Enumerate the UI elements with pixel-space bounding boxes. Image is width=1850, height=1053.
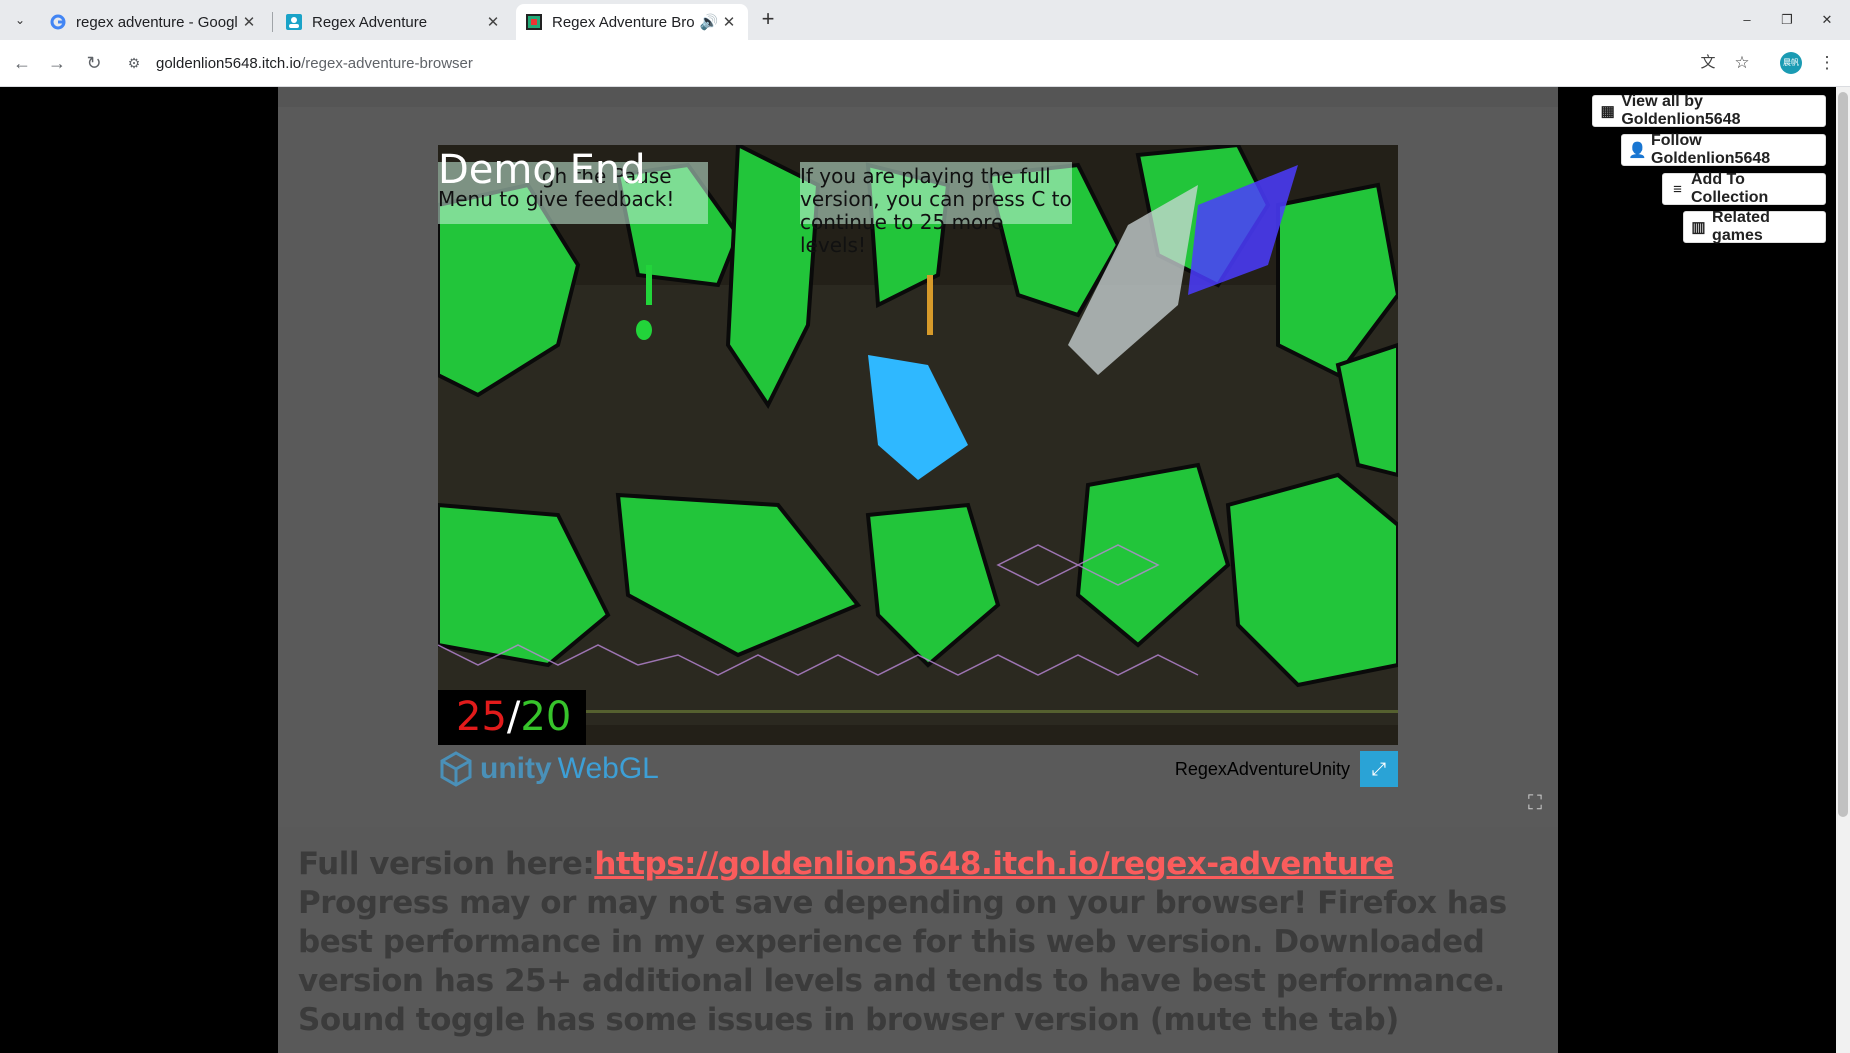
add-to-collection-button[interactable]: ≡ Add To Collection bbox=[1662, 171, 1826, 206]
game-canvas[interactable]: Demo Endgh the Pause Menu to give feedba… bbox=[438, 145, 1398, 745]
view-all-label: View all by Goldenlion5648 bbox=[1621, 93, 1741, 128]
address-bar[interactable]: goldenlion5648.itch.io/regex-adventure-b… bbox=[156, 48, 473, 78]
bookmark-star-icon[interactable]: ☆ bbox=[1730, 51, 1754, 75]
tab-search-button[interactable]: ⌄ bbox=[8, 8, 32, 32]
view-all-button[interactable]: ▦ View all by Goldenlion5648 bbox=[1592, 93, 1826, 128]
tab-title: Regex Adventure Bro bbox=[552, 13, 695, 31]
avatar[interactable]: 晨帆 bbox=[1780, 52, 1802, 74]
related-label: Related games bbox=[1712, 209, 1770, 244]
add-collection-label: Add To Collection bbox=[1690, 171, 1769, 206]
url-host: goldenlion5648.itch.io bbox=[156, 54, 302, 72]
unity-icon bbox=[440, 751, 472, 787]
forward-icon[interactable]: → bbox=[45, 51, 69, 75]
close-icon[interactable]: ✕ bbox=[720, 13, 738, 31]
game-icon bbox=[526, 14, 542, 30]
tab-strip: ⌄ regex adventure - Googl ✕ Regex Advent… bbox=[0, 0, 1850, 40]
itch-profile-icon bbox=[286, 14, 302, 30]
related-games-button[interactable]: ▥ Related games bbox=[1683, 209, 1826, 244]
close-window-icon[interactable]: ✕ bbox=[1815, 8, 1839, 32]
fullscreen-icon[interactable]: ⛶ bbox=[1522, 790, 1548, 816]
close-icon[interactable]: ✕ bbox=[240, 13, 258, 31]
tab-title: regex adventure - Googl bbox=[76, 13, 238, 31]
page-header-strip bbox=[278, 87, 1558, 107]
follow-label: Follow Goldenlion5648 bbox=[1651, 132, 1771, 167]
unity-webgl-logo: unity WebGL bbox=[438, 751, 659, 787]
store-icon: ▦ bbox=[1600, 103, 1615, 120]
playlist-add-icon: ≡ bbox=[1673, 180, 1682, 198]
follow-button[interactable]: 👤 Follow Goldenlion5648 bbox=[1621, 132, 1826, 167]
site-info-icon[interactable]: ⚙ bbox=[122, 51, 146, 75]
tab-regex-adventure-browser[interactable]: Regex Adventure Bro 🔊 ✕ bbox=[516, 4, 748, 40]
close-icon[interactable]: ✕ bbox=[484, 13, 502, 31]
restore-icon[interactable]: ❐ bbox=[1775, 8, 1799, 32]
speaker-icon[interactable]: 🔊 bbox=[698, 13, 720, 31]
fullscreen-button[interactable]: ⤢ bbox=[1360, 751, 1398, 787]
reload-icon[interactable]: ↻ bbox=[82, 51, 106, 75]
hud-continue-text: If you are playing the full version, you… bbox=[800, 164, 1072, 257]
level-separator: / bbox=[506, 694, 521, 740]
menu-icon[interactable]: ⋮ bbox=[1815, 51, 1839, 75]
tab-divider bbox=[272, 12, 273, 32]
game-description: Full version here:https://goldenlion5648… bbox=[278, 827, 1558, 1053]
full-version-link[interactable]: https://goldenlion5648.itch.io/regex-adv… bbox=[594, 846, 1394, 882]
description-text: Full version here:https://goldenlion5648… bbox=[298, 845, 1548, 1040]
level-current: 25 bbox=[456, 694, 507, 740]
description-prefix: Full version here: bbox=[298, 846, 595, 882]
unity-footer: unity WebGL RegexAdventureUnity ⤢ bbox=[438, 745, 1398, 791]
game-name: RegexAdventureUnity bbox=[1174, 759, 1350, 779]
tab-google-search[interactable]: regex adventure - Googl ✕ bbox=[40, 4, 268, 40]
level-total: 20 bbox=[520, 694, 572, 740]
demo-end-title: Demo End bbox=[438, 147, 646, 193]
tab-regex-adventure[interactable]: Regex Adventure ✕ bbox=[276, 4, 512, 40]
browser-toolbar: ← → ↻ ⚙ goldenlion5648.itch.io/regex-adv… bbox=[0, 40, 1850, 87]
new-tab-button[interactable]: + bbox=[756, 8, 780, 32]
scrollbar-thumb[interactable] bbox=[1838, 92, 1848, 817]
unity-label: unity bbox=[480, 752, 552, 785]
url-path: /regex-adventure-browser bbox=[301, 54, 473, 72]
map-icon: ▥ bbox=[1691, 219, 1706, 236]
description-body: Progress may or may not save depending o… bbox=[298, 885, 1507, 1038]
translate-icon[interactable]: 文 bbox=[1696, 51, 1720, 75]
webgl-label: WebGL bbox=[557, 752, 659, 785]
tab-title: Regex Adventure bbox=[312, 13, 428, 31]
google-icon bbox=[50, 14, 66, 30]
add-user-icon: 👤 bbox=[1628, 142, 1647, 159]
level-counter: 25/20 bbox=[438, 690, 586, 745]
minimize-icon[interactable]: – bbox=[1735, 8, 1759, 32]
back-icon[interactable]: ← bbox=[10, 51, 34, 75]
